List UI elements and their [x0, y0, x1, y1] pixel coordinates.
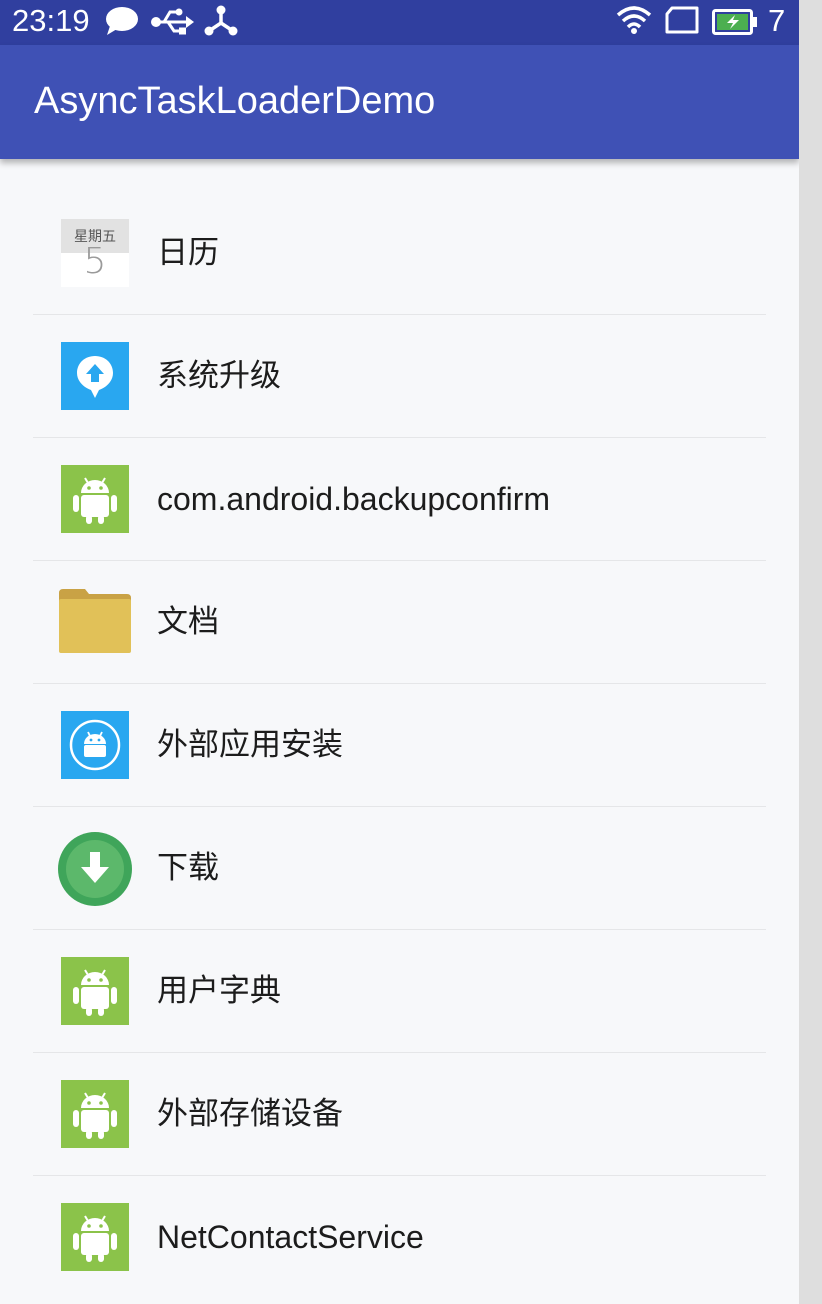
android-icon: [61, 957, 129, 1025]
app-label: 下载: [157, 850, 219, 886]
list-item-external-storage[interactable]: 外部存储设备: [0, 1053, 799, 1176]
package-installer-icon: [61, 711, 129, 779]
app-bar: AsyncTaskLoaderDemo: [0, 45, 799, 159]
list-item-backupconfirm[interactable]: com.android.backupconfirm: [0, 438, 799, 561]
chat-bubble-icon: [104, 6, 140, 40]
list-item-user-dictionary[interactable]: 用户字典: [0, 930, 799, 1053]
android-icon: [61, 1080, 129, 1148]
calendar-icon: 星期五 5: [61, 219, 129, 287]
sim-card-icon: [664, 6, 700, 38]
folder-icon: [59, 587, 131, 655]
app-label: 系统升级: [157, 358, 281, 394]
battery-level-text: 7: [768, 3, 786, 38]
wifi-icon: [616, 5, 652, 39]
app-title: AsyncTaskLoaderDemo: [34, 80, 436, 122]
app-label: 用户字典: [157, 973, 281, 1009]
status-time: 23:19: [12, 3, 90, 38]
list-item-netcontactservice[interactable]: NetContactService: [0, 1176, 799, 1299]
android-icon: [61, 1203, 129, 1271]
system-update-icon: [61, 342, 129, 410]
list-item-package-installer[interactable]: 外部应用安装: [0, 684, 799, 807]
app-label: NetContactService: [157, 1219, 424, 1255]
list-item-documents[interactable]: 文档: [0, 561, 799, 684]
calendar-day: 5: [83, 241, 107, 282]
battery-charging-icon: [712, 9, 758, 39]
screen-edge-margin: [799, 0, 822, 1304]
app-label: 文档: [157, 604, 219, 640]
app-list: 星期五 5 日历 系统升级 com.android.backupconfirm …: [0, 192, 799, 1299]
app-label: com.android.backupconfirm: [157, 481, 551, 517]
share-node-icon: [203, 4, 239, 42]
android-icon: [61, 465, 129, 533]
app-label: 外部应用安装: [157, 727, 343, 763]
app-label: 外部存储设备: [157, 1096, 343, 1132]
list-item-downloads[interactable]: 下载: [0, 807, 799, 930]
list-item-system-update[interactable]: 系统升级: [0, 315, 799, 438]
list-item-calendar[interactable]: 星期五 5 日历: [0, 192, 799, 315]
download-icon: [57, 831, 133, 907]
app-label: 日历: [157, 235, 219, 271]
app-screen: 23:19 7 AsyncTaskLoaderDemo 星期五 5 日历 系统升…: [0, 0, 799, 1304]
usb-icon: [150, 8, 194, 40]
status-bar: 23:19 7: [0, 0, 799, 45]
